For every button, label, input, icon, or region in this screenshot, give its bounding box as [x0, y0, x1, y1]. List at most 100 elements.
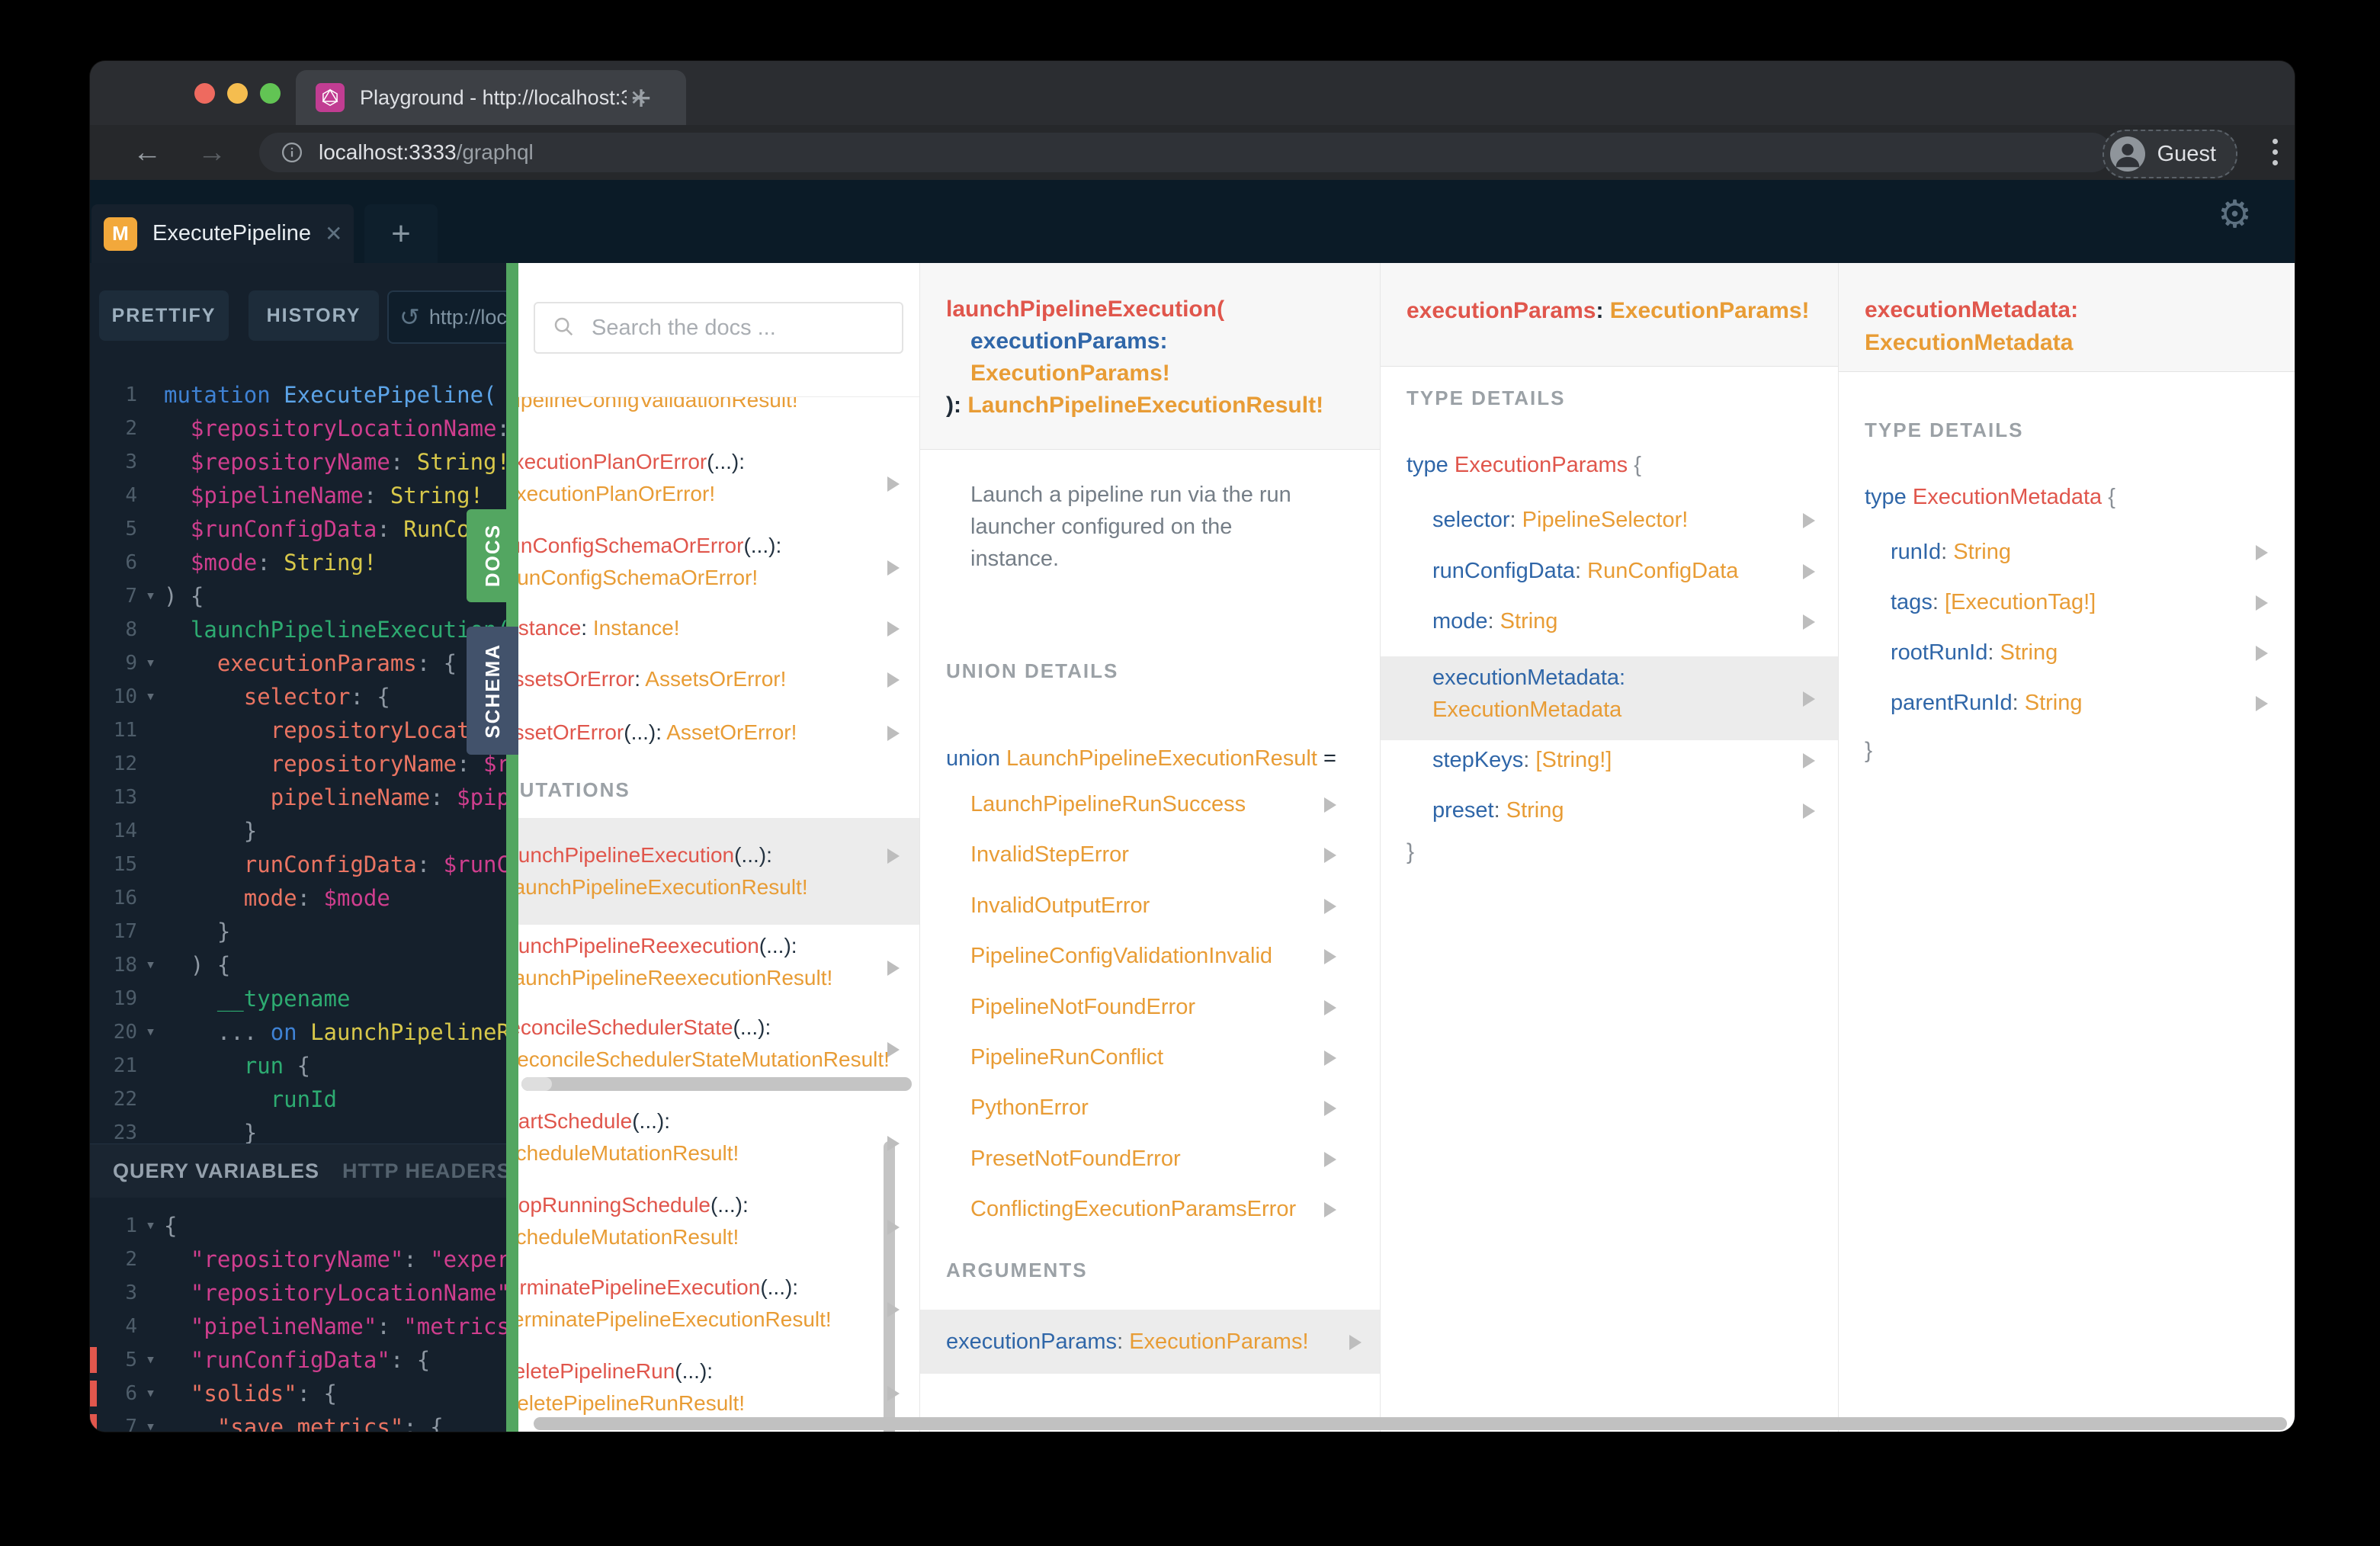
code-token: executionParams — [217, 650, 417, 676]
fold-arrow: ▾ — [145, 586, 156, 605]
chevron-right-icon — [887, 621, 900, 637]
docs-item-reconcileSchedulerState[interactable]: reconcileSchedulerState(...): ReconcileSc… — [518, 1012, 919, 1076]
union-member-LaunchPipelineRunSuccess[interactable]: LaunchPipelineRunSuccess — [970, 788, 1367, 820]
type-field-runConfigData[interactable]: runConfigData: RunConfigData — [1381, 555, 1838, 587]
docs-item-executionPlanOrError[interactable]: executionPlanOrError(...): ExecutionPlanO… — [518, 446, 919, 510]
docs-item-instance[interactable]: instance: Instance! — [518, 612, 919, 644]
argument-row[interactable]: executionParams: ExecutionParams! — [920, 1310, 1380, 1374]
docs-panel: PipelineConfigValidationResult! MUTATION… — [518, 263, 2295, 1432]
query-editor[interactable]: 1 mutation ExecutePipeline(2 $repositoryL… — [90, 351, 508, 1143]
union-member-PipelineNotFoundError[interactable]: PipelineNotFoundError — [970, 991, 1367, 1023]
code-token: runConfigData — [243, 852, 417, 877]
code-text: $runConfigData: RunConfigData! — [164, 512, 508, 546]
docs-item-launchPipelineReexecution[interactable]: launchPipelineReexecution(...): LaunchPip… — [518, 930, 919, 994]
code-token: runId — [270, 1086, 337, 1112]
playground-file-tab[interactable]: M ExecutePipeline ✕ — [91, 204, 354, 263]
docs-item-deletePipelineRun[interactable]: deletePipelineRun(...): DeletePipelineRun… — [518, 1355, 919, 1419]
type-field-preset[interactable]: preset: String — [1381, 794, 1838, 826]
docs-search-input[interactable] — [590, 314, 868, 342]
closing-brace: } — [1865, 738, 1873, 763]
new-tab-button[interactable]: + — [599, 70, 683, 125]
field-type: String — [1506, 798, 1564, 823]
window-close-button[interactable] — [194, 83, 215, 104]
docs-item-assetsOrError[interactable]: assetsOrError: AssetsOrError! — [518, 663, 919, 695]
back-button[interactable]: ← — [120, 125, 174, 180]
tab-docs[interactable]: DOCS — [467, 509, 518, 602]
tab-query-variables[interactable]: QUERY VARIABLES — [113, 1160, 319, 1183]
docs-search[interactable] — [534, 302, 903, 354]
site-info-icon[interactable] — [281, 141, 303, 164]
reset-endpoint-icon[interactable]: ↺ — [399, 303, 420, 332]
docs-list-horizontal-scrollbar[interactable] — [521, 1077, 912, 1091]
field-name: reconcileSchedulerState — [518, 1015, 733, 1039]
docs-item-assetOrError[interactable]: assetOrError(...): AssetOrError! — [518, 717, 919, 749]
field-name: startSchedule — [518, 1109, 633, 1133]
type-field-tags[interactable]: tags: [ExecutionTag!] — [1839, 586, 2295, 618]
union-member-ConflictingExecutionParamsError[interactable]: ConflictingExecutionParamsError — [970, 1193, 1367, 1225]
union-member-PythonError[interactable]: PythonError — [970, 1092, 1367, 1124]
fold-arrow — [137, 1276, 164, 1310]
return-type: LaunchPipelineExecutionResult! — [967, 393, 1324, 418]
window-zoom-button[interactable] — [260, 83, 281, 104]
code-token: } — [164, 818, 258, 844]
code-line: 14 } — [90, 814, 508, 848]
error-mark — [90, 1414, 97, 1432]
docs-item-partial[interactable]: PipelineConfigValidationResult! — [518, 397, 798, 416]
forward-button[interactable]: → — [185, 125, 239, 180]
docs-item-startSchedule[interactable]: startSchedule(...): ScheduleMutationResul… — [518, 1105, 919, 1169]
type-field-mode[interactable]: mode: String — [1381, 605, 1838, 637]
field-type: RunConfigSchemaOrError! — [518, 566, 759, 589]
mutation-badge: M — [104, 217, 137, 251]
tab-http-headers[interactable]: HTTP HEADERS — [342, 1160, 508, 1183]
address-bar[interactable]: localhost:3333/graphql — [259, 133, 2112, 172]
type-field-runId[interactable]: runId: String — [1839, 536, 2295, 568]
prettify-button[interactable]: PRETTIFY — [99, 290, 229, 341]
field-type: String — [2024, 691, 2083, 715]
docs-root-list: PipelineConfigValidationResult! MUTATION… — [518, 397, 919, 1432]
field-type: AssetOrError! — [666, 720, 797, 744]
code-token: { — [323, 1381, 337, 1406]
union-member-PipelineRunConflict[interactable]: PipelineRunConflict — [970, 1041, 1367, 1073]
playground-new-tab-button[interactable]: + — [364, 204, 438, 263]
browser-menu-button[interactable] — [2273, 139, 2278, 165]
code-token: { — [377, 684, 390, 710]
code-token: ) { — [164, 583, 204, 609]
union-member-PipelineConfigValidationInvalid[interactable]: PipelineConfigValidationInvalid — [970, 940, 1367, 972]
endpoint-input[interactable]: ↺ http://loc — [387, 290, 508, 344]
union-member-InvalidStepError[interactable]: InvalidStepError — [970, 839, 1367, 871]
tab-schema[interactable]: SCHEMA — [467, 627, 518, 755]
field-type: AssetsOrError! — [645, 667, 787, 691]
url-path: /graphql — [456, 140, 534, 164]
field-line: tags: [ExecutionTag!] — [1839, 586, 2295, 618]
union-member-InvalidOutputError[interactable]: InvalidOutputError — [970, 890, 1367, 922]
type-field-stepKeys[interactable]: stepKeys: [String!] — [1381, 744, 1838, 776]
docs-item-launchPipelineExecution[interactable]: launchPipelineExecution(...): LaunchPipel… — [518, 818, 919, 925]
field-type: ScheduleMutationResult! — [518, 1225, 739, 1249]
docs-item-runConfigSchemaOrError[interactable]: runConfigSchemaOrError(...): RunConfigSch… — [518, 530, 919, 594]
code-token: "repositoryLocationName" — [190, 1280, 508, 1306]
type-field-parentRunId[interactable]: parentRunId: String — [1839, 687, 2295, 719]
union-member-PresetNotFoundError[interactable]: PresetNotFoundError — [970, 1143, 1367, 1175]
docs-item-terminatePipelineExecution[interactable]: terminatePipelineExecution(...): Terminat… — [518, 1272, 919, 1336]
docs-panel-edge[interactable] — [506, 263, 518, 1432]
playground-tab-close-icon[interactable]: ✕ — [325, 221, 342, 246]
settings-gear-icon[interactable]: ⚙ — [2218, 192, 2252, 236]
type-field-rootRunId[interactable]: rootRunId: String — [1839, 637, 2295, 669]
history-button[interactable]: HISTORY — [249, 290, 379, 341]
variables-editor[interactable]: 1 ▾{2 "repositoryName": "exper 3 "reposito… — [90, 1197, 508, 1432]
type-field-selector[interactable]: selector: PipelineSelector! — [1381, 504, 1838, 536]
chevron-right-icon — [1324, 1202, 1336, 1217]
field-line: selector: PipelineSelector! — [1381, 504, 1838, 536]
type-field-executionMetadata[interactable]: executionMetadata: ExecutionMetadata — [1381, 656, 1838, 740]
window-minimize-button[interactable] — [227, 83, 248, 104]
line-number: 9 — [125, 652, 137, 675]
profile-button[interactable]: Guest — [2102, 130, 2237, 178]
field-line: stepKeys: [String!] — [1381, 744, 1838, 776]
docs-horizontal-scrollbar[interactable] — [534, 1417, 2287, 1430]
docs-item-stopRunningSchedule[interactable]: stopRunningSchedule(...): ScheduleMutatio… — [518, 1189, 919, 1253]
